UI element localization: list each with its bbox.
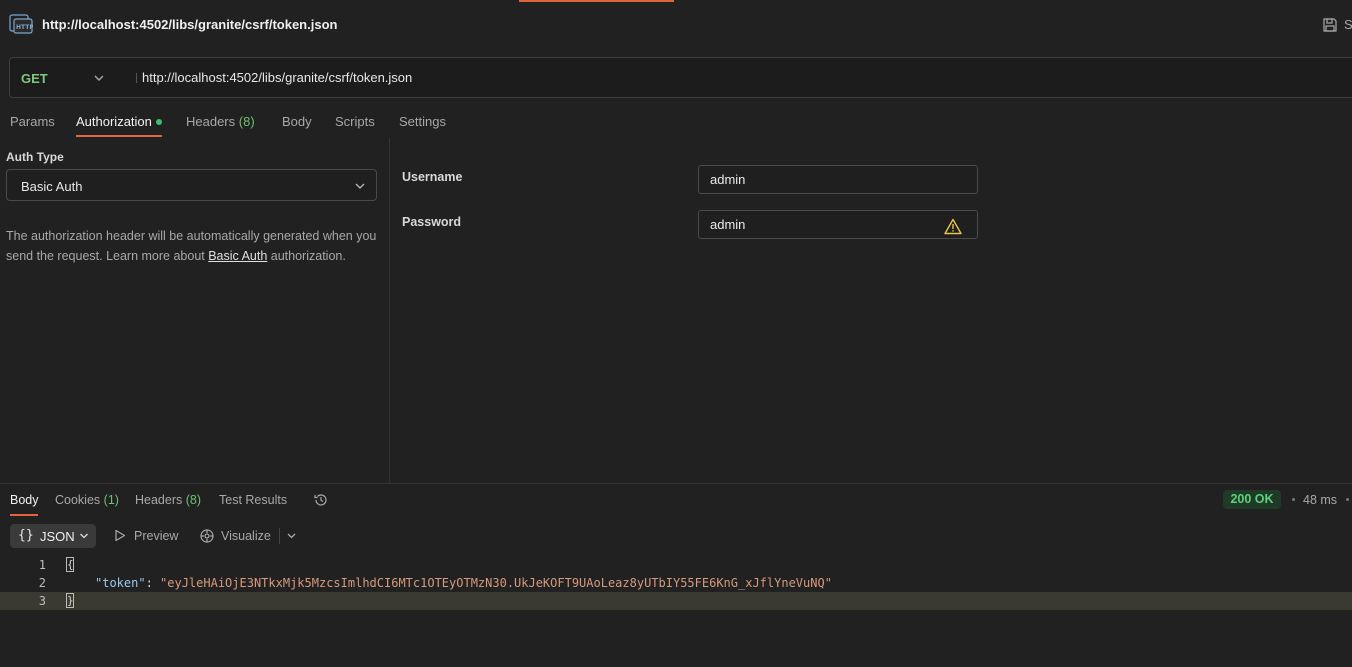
chevron-down-icon[interactable] bbox=[286, 531, 297, 541]
method-selector[interactable]: GET bbox=[21, 71, 48, 86]
warning-icon[interactable] bbox=[944, 218, 962, 235]
braces-icon: {} bbox=[18, 528, 34, 543]
response-tab-cookies-label: Cookies bbox=[55, 493, 101, 507]
tab-headers-label: Headers bbox=[186, 114, 236, 129]
response-tab-test-results[interactable]: Test Results bbox=[219, 493, 287, 507]
response-tab-body[interactable]: Body bbox=[10, 493, 39, 507]
http-icon: HTTP bbox=[9, 14, 33, 34]
toolbar-divider bbox=[279, 528, 280, 544]
play-icon[interactable] bbox=[114, 529, 126, 542]
status-badge[interactable]: 200 OK bbox=[1223, 490, 1281, 509]
code-line: 2 "token": "eyJleHAiOjE3NTkxMjk5MzcsImlh… bbox=[0, 574, 1352, 592]
response-tab-headers[interactable]: Headers (8) bbox=[135, 493, 201, 507]
preview-button[interactable]: Preview bbox=[134, 529, 178, 543]
auth-type-value: Basic Auth bbox=[21, 179, 83, 194]
chevron-down-icon[interactable] bbox=[93, 72, 105, 84]
request-title[interactable]: http://localhost:4502/libs/granite/csrf/… bbox=[42, 17, 337, 32]
status-separator bbox=[1292, 498, 1295, 501]
username-field[interactable]: admin bbox=[698, 165, 978, 194]
password-field[interactable]: admin bbox=[698, 210, 978, 239]
code-line-current: 3 } bbox=[0, 592, 1352, 610]
line-number: 2 bbox=[38, 576, 46, 590]
response-tab-cookies-count: (1) bbox=[103, 493, 119, 507]
pane-divider[interactable] bbox=[389, 138, 390, 483]
basic-auth-link[interactable]: Basic Auth bbox=[208, 249, 267, 263]
url-bar: GET http://localhost:4502/libs/granite/c… bbox=[9, 57, 1352, 98]
tab-params[interactable]: Params bbox=[10, 114, 55, 129]
response-time[interactable]: 48 ms bbox=[1303, 493, 1337, 507]
auth-type-label: Auth Type bbox=[6, 150, 64, 164]
chevron-down-icon bbox=[355, 183, 365, 189]
open-brace: { bbox=[66, 557, 74, 572]
url-input[interactable]: http://localhost:4502/libs/granite/csrf/… bbox=[142, 70, 412, 85]
line-number: 3 bbox=[38, 594, 46, 608]
format-label: JSON bbox=[40, 529, 75, 544]
auth-description: The authorization header will be automat… bbox=[6, 226, 378, 266]
visualize-icon[interactable] bbox=[199, 528, 215, 544]
history-icon[interactable] bbox=[313, 492, 329, 508]
svg-text:HTTP: HTTP bbox=[16, 24, 33, 31]
response-tab-cookies[interactable]: Cookies (1) bbox=[55, 493, 119, 507]
save-icon[interactable] bbox=[1322, 17, 1338, 33]
tab-authorization-label: Authorization bbox=[76, 114, 152, 129]
code-line: 1 { bbox=[0, 556, 1352, 574]
url-divider bbox=[136, 73, 137, 83]
tab-authorization[interactable]: Authorization bbox=[76, 114, 162, 129]
json-entry: "token": "eyJleHAiOjE3NTkxMjk5MzcsImlhdC… bbox=[95, 576, 832, 590]
json-key: "token" bbox=[95, 576, 146, 590]
json-value: "eyJleHAiOjE3NTkxMjk5MzcsImlhdCI6MTc1OTE… bbox=[160, 576, 832, 590]
active-tab-accent bbox=[519, 0, 674, 2]
modified-dot bbox=[155, 118, 162, 125]
close-brace: } bbox=[66, 593, 74, 608]
save-button[interactable]: S bbox=[1344, 17, 1352, 32]
response-divider[interactable] bbox=[0, 483, 1352, 484]
response-tab-headers-count: (8) bbox=[185, 493, 202, 507]
active-tab-underline bbox=[76, 135, 162, 137]
auth-description-end: authorization. bbox=[267, 249, 346, 263]
tab-body[interactable]: Body bbox=[282, 114, 312, 129]
time-separator bbox=[1346, 498, 1349, 501]
request-title-bar: HTTP http://localhost:4502/libs/granite/… bbox=[0, 0, 1352, 48]
auth-type-select[interactable]: Basic Auth bbox=[6, 169, 377, 201]
visualize-button[interactable]: Visualize bbox=[221, 529, 271, 543]
chevron-down-icon bbox=[80, 533, 88, 539]
tab-settings[interactable]: Settings bbox=[399, 114, 446, 129]
tab-headers-count: (8) bbox=[238, 114, 255, 129]
password-label: Password bbox=[402, 215, 462, 229]
tab-headers[interactable]: Headers (8) bbox=[186, 114, 255, 129]
response-tab-headers-label: Headers bbox=[135, 493, 183, 507]
username-label: Username bbox=[402, 170, 463, 184]
tab-scripts[interactable]: Scripts bbox=[335, 114, 375, 129]
format-selector[interactable]: {} JSON bbox=[10, 524, 96, 548]
line-number: 1 bbox=[38, 558, 46, 572]
response-active-underline bbox=[10, 514, 38, 516]
